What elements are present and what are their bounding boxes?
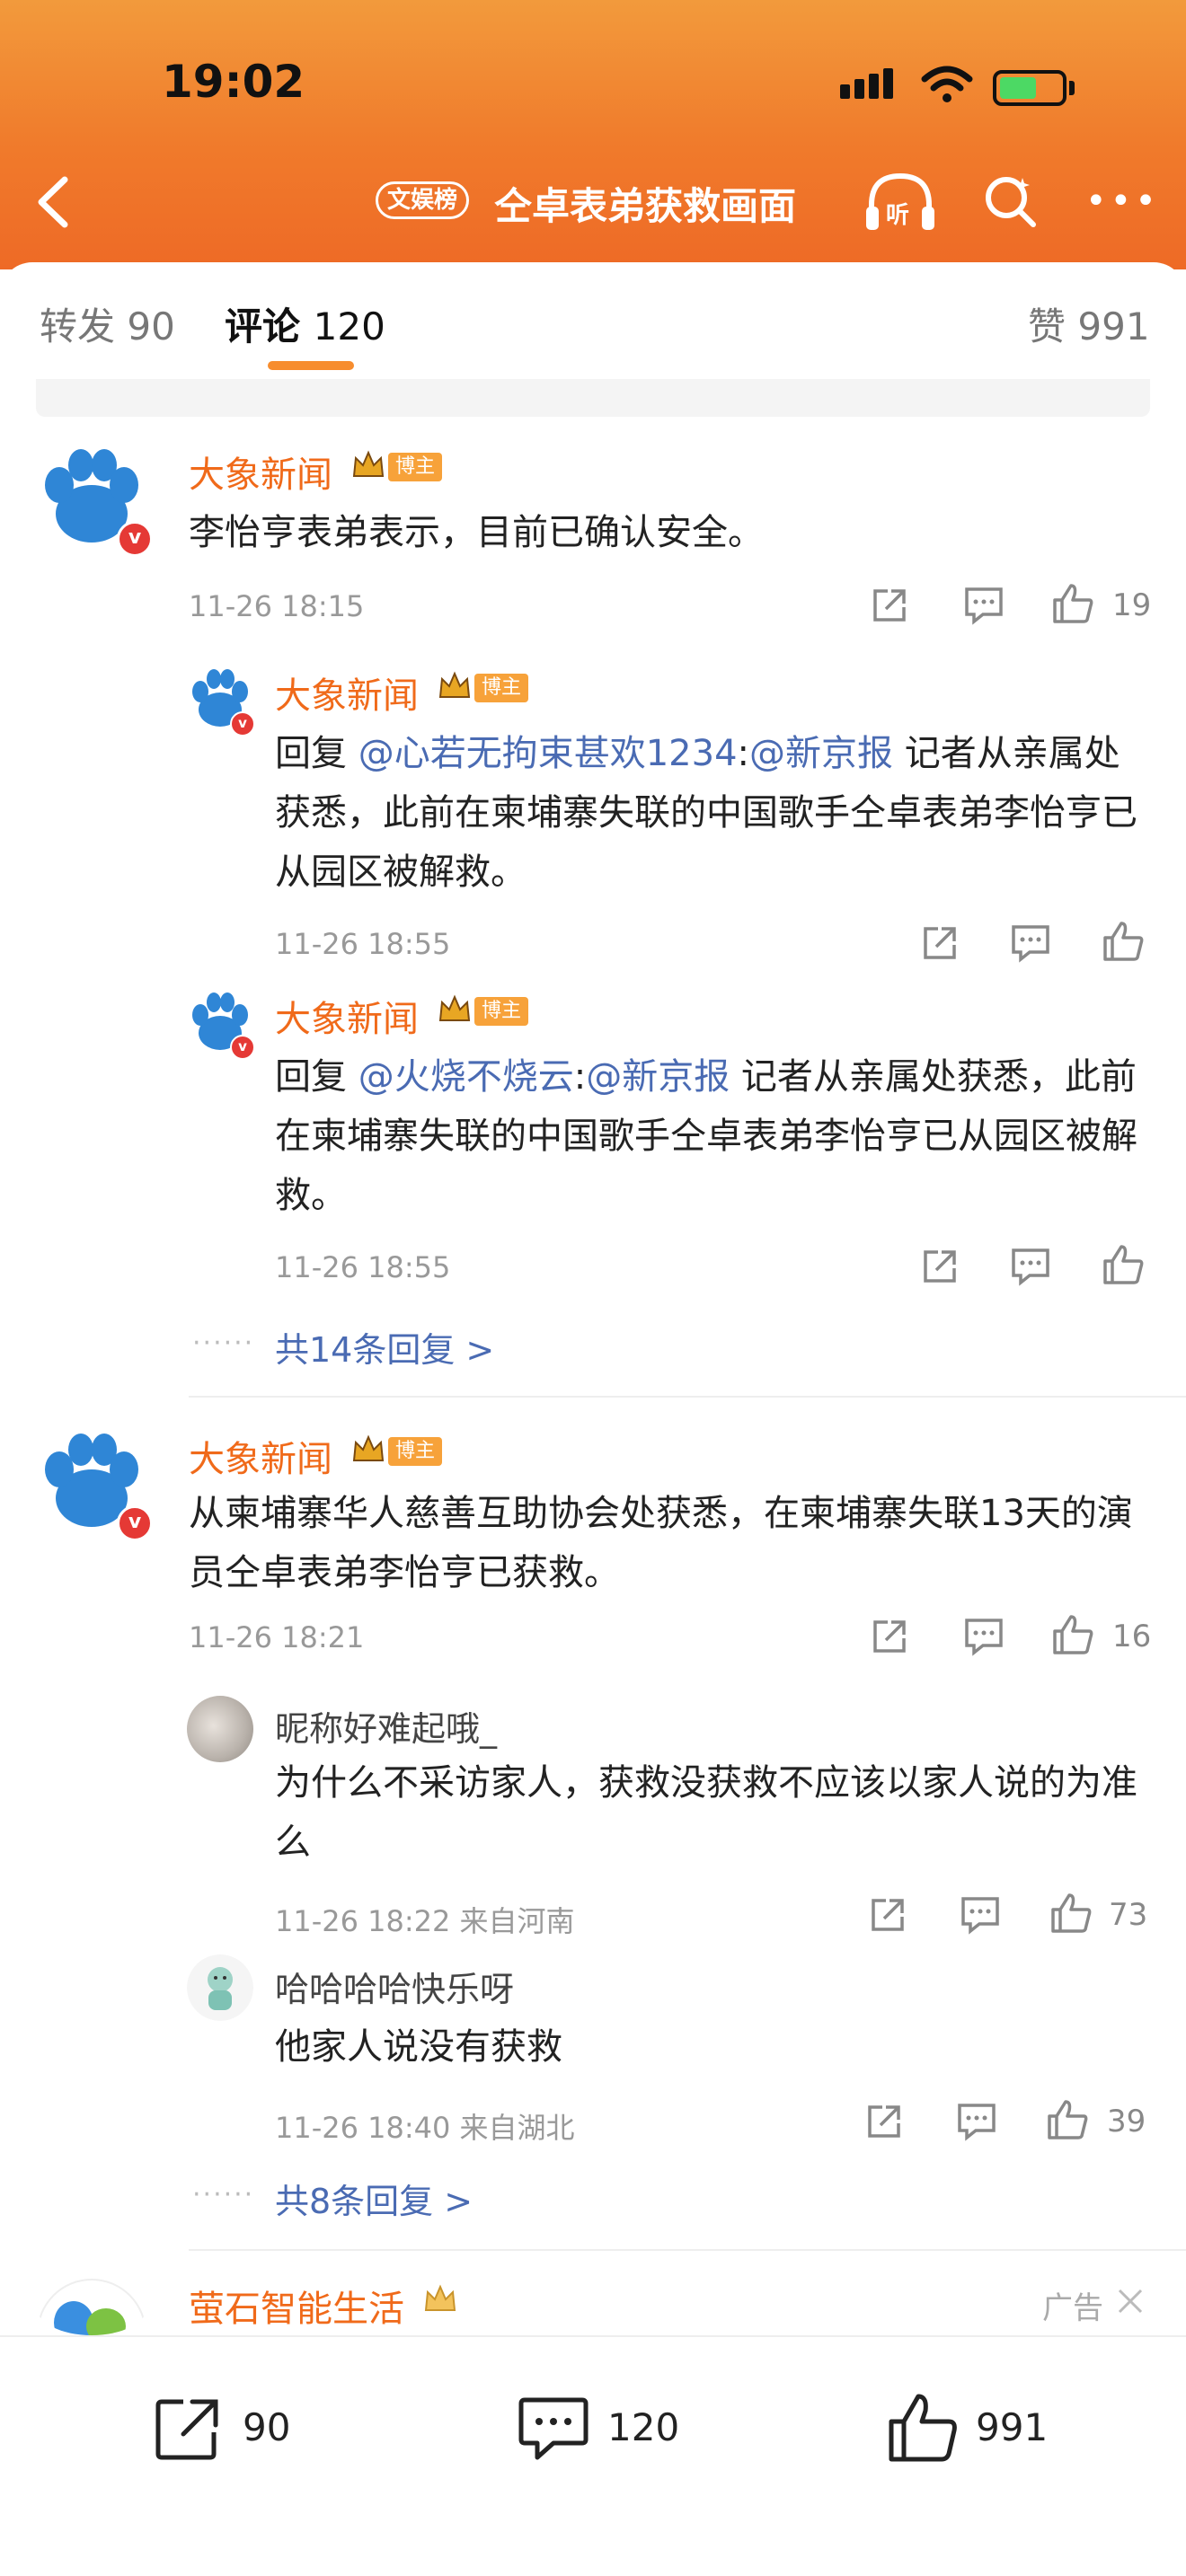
more-replies-link[interactable]: 共8条回复 > — [275, 2174, 473, 2223]
mention-link[interactable]: @新京报 — [749, 733, 893, 774]
active-tab-indicator — [268, 361, 354, 370]
like-icon[interactable] — [1102, 1243, 1145, 1286]
tab-likes[interactable]: 赞 991 — [1028, 296, 1150, 351]
reply-time: 11-26 18:55 — [275, 927, 451, 961]
reply-username[interactable]: 大象新闻 — [275, 990, 419, 1042]
like-icon[interactable] — [1051, 582, 1094, 625]
like-count: 16 — [1112, 1619, 1152, 1654]
reply-text: 他家人说没有获救 — [275, 2026, 562, 2068]
hint-strip — [36, 379, 1150, 417]
divider — [189, 2249, 1186, 2251]
more-options-icon[interactable]: ••• — [1085, 183, 1160, 219]
close-icon[interactable] — [1116, 2287, 1145, 2316]
reply-username[interactable]: 哈哈哈哈快乐呀 — [275, 1962, 514, 2011]
reply-time: 11-26 18:55 — [275, 1250, 451, 1284]
reply-text: 为什么不采访家人，获救没获救不应该以家人说的为准么 — [275, 1762, 1137, 1863]
tab-repost[interactable]: 转发 90 — [40, 296, 175, 351]
svg-text:听: 听 — [886, 202, 909, 229]
reply-icon[interactable] — [956, 2102, 997, 2141]
verified-badge-icon: v — [230, 1035, 255, 1060]
reply-time-location: 11-26 18:40 来自湖北 — [275, 2111, 575, 2145]
reply-avatar[interactable] — [187, 1696, 253, 1762]
ad-avatar[interactable] — [36, 2278, 147, 2335]
like-icon[interactable] — [1046, 2098, 1089, 2141]
reply-username[interactable]: 昵称好难起哦_ — [275, 1701, 497, 1751]
mention-link[interactable]: @新京报 — [586, 1056, 730, 1098]
crown-icon — [352, 450, 385, 477]
reply-icon[interactable] — [963, 586, 1005, 625]
comment-username[interactable]: 大象新闻 — [189, 1430, 332, 1482]
crown-icon — [438, 671, 471, 698]
repost-button[interactable]: 90 — [153, 2387, 350, 2460]
reply-time-location: 11-26 18:22 来自河南 — [275, 1904, 575, 1938]
like-button[interactable]: 991 — [886, 2387, 1102, 2462]
reply-text: 回复 @火烧不烧云:@新京报 记者从亲属处获悉，此前在柬埔寨失联的中国歌手仝卓表… — [275, 1056, 1137, 1216]
more-replies-dots: ······ — [192, 2179, 255, 2210]
comment-time: 11-26 18:15 — [189, 589, 365, 623]
tab-comments[interactable]: 评论 120 — [225, 296, 385, 351]
like-icon[interactable] — [1102, 920, 1145, 963]
like-icon[interactable] — [1049, 1892, 1093, 1935]
like-count: 73 — [1109, 1897, 1148, 1933]
comment-username[interactable]: 大象新闻 — [189, 446, 332, 498]
more-replies-dots: ······ — [192, 1328, 255, 1359]
divider — [189, 1396, 1186, 1398]
cellular-signal-icon — [840, 68, 898, 99]
ad-username[interactable]: 萤石智能生活 — [189, 2280, 404, 2332]
share-icon[interactable] — [870, 586, 909, 625]
verified-badge-icon: v — [117, 1505, 153, 1541]
comment-text: 从柬埔寨华人慈善互助协会处获悉，在柬埔寨失联13天的演员仝卓表弟李怡亨已获救。 — [189, 1493, 1133, 1593]
more-replies-link[interactable]: 共14条回复 > — [275, 1322, 494, 1372]
wifi-icon — [921, 66, 973, 102]
author-badge: 博主 — [388, 1437, 443, 1466]
author-badge: 博主 — [474, 674, 529, 702]
reply-icon[interactable] — [1010, 1247, 1051, 1286]
reply-username[interactable]: 大象新闻 — [275, 666, 419, 719]
comment-icon — [518, 2397, 589, 2460]
ad-label: 广告 — [1042, 2290, 1103, 2326]
content-sheet — [0, 262, 1186, 2576]
verified-badge-icon: v — [230, 711, 255, 737]
comment-text: 李怡亨表弟表示，目前已确认安全。 — [189, 512, 764, 553]
reply-avatar[interactable] — [187, 1954, 253, 2021]
category-tag[interactable]: 文娱榜 — [376, 181, 470, 219]
like-icon[interactable] — [1051, 1613, 1094, 1656]
crown-icon — [438, 994, 471, 1021]
like-count: 39 — [1107, 2104, 1146, 2139]
reply-text: 回复 @心若无拘束甚欢1234:@新京报 记者从亲属处获悉，此前在柬埔寨失联的中… — [275, 733, 1137, 893]
comment-time: 11-26 18:21 — [189, 1620, 365, 1654]
share-icon[interactable] — [920, 923, 960, 963]
battery-icon — [993, 70, 1067, 106]
verified-badge-icon: v — [117, 521, 153, 557]
share-icon[interactable] — [870, 1617, 909, 1656]
tab-bar: 转发 90 评论 120 赞 991 — [0, 262, 1186, 379]
top-header: 19:02 文娱榜 仝卓表弟获救画面 听 ••• — [0, 0, 1186, 269]
status-time: 19:02 — [162, 56, 305, 108]
crown-icon — [424, 2284, 456, 2311]
share-icon[interactable] — [864, 2102, 904, 2141]
like-count: 19 — [1112, 587, 1152, 623]
like-icon — [889, 2394, 957, 2462]
share-icon[interactable] — [868, 1895, 907, 1935]
bottom-action-bar: 90 120 991 — [0, 2335, 1186, 2576]
page-title: 仝卓表弟获救画面 — [494, 184, 797, 228]
crown-icon — [352, 1434, 385, 1461]
search-icon[interactable] — [981, 171, 1040, 230]
listen-headphones-icon[interactable]: 听 — [863, 167, 938, 235]
mention-link[interactable]: @火烧不烧云 — [358, 1056, 574, 1098]
author-badge: 博主 — [388, 453, 443, 481]
share-icon[interactable] — [920, 1247, 960, 1286]
mention-link[interactable]: @心若无拘束甚欢1234 — [358, 733, 738, 774]
share-icon — [155, 2399, 218, 2460]
author-badge: 博主 — [474, 997, 529, 1026]
back-arrow-icon[interactable] — [27, 171, 81, 234]
reply-icon[interactable] — [963, 1617, 1005, 1656]
reply-icon[interactable] — [1010, 923, 1051, 963]
reply-icon[interactable] — [960, 1895, 1001, 1935]
comment-button[interactable]: 120 — [518, 2387, 733, 2460]
